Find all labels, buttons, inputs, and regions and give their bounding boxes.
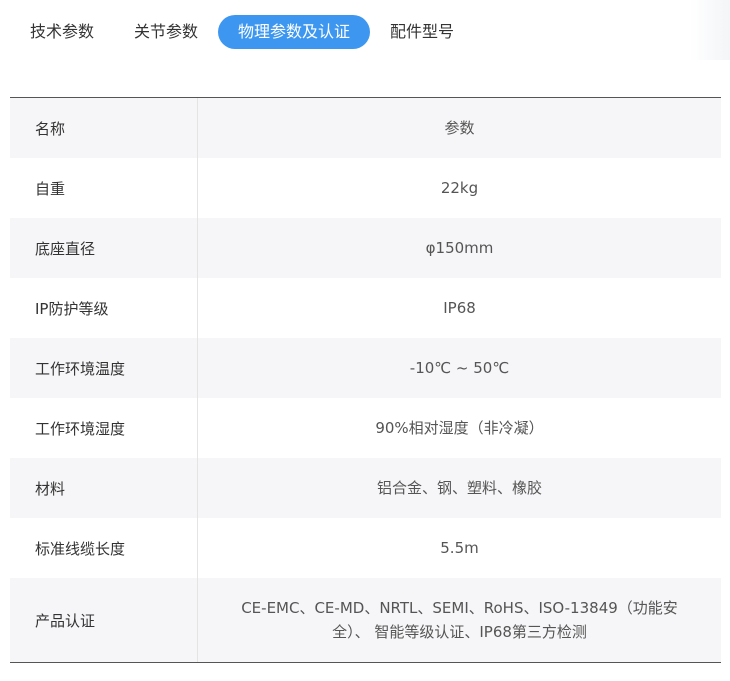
table-row: 材料 铝合金、钢、塑料、橡胶 xyxy=(10,458,721,518)
decorative-corner xyxy=(690,0,730,60)
tab-physical-params-certification[interactable]: 物理参数及认证 xyxy=(218,15,371,49)
row-name: 材料 xyxy=(10,458,198,518)
row-name: 标准线缆长度 xyxy=(10,518,198,578)
row-name: 工作环境温度 xyxy=(10,338,198,398)
tab-joint-params[interactable]: 关节参数 xyxy=(114,15,218,49)
table-row: IP防护等级 IP68 xyxy=(10,278,721,338)
row-value: 90%相对湿度（非冷凝） xyxy=(375,419,544,437)
row-name: 自重 xyxy=(10,158,198,218)
table-row: 工作环境温度 -10℃ ~ 50℃ xyxy=(10,338,721,398)
row-value: IP68 xyxy=(443,299,476,317)
spec-table: 名称 参数 自重 22kg 底座直径 φ150mm IP防护等级 IP68 工作… xyxy=(10,97,721,663)
row-value: 22kg xyxy=(440,179,479,197)
tab-technical-params[interactable]: 技术参数 xyxy=(10,15,114,49)
row-value: 5.5m xyxy=(440,539,479,557)
row-value: φ150mm xyxy=(425,239,494,257)
tab-bar: 技术参数 关节参数 物理参数及认证 配件型号 xyxy=(10,14,474,50)
table-row: 标准线缆长度 5.5m xyxy=(10,518,721,578)
table-row: 底座直径 φ150mm xyxy=(10,218,721,278)
tab-accessory-models[interactable]: 配件型号 xyxy=(370,15,474,49)
row-name: IP防护等级 xyxy=(10,278,198,338)
row-value: -10℃ ~ 50℃ xyxy=(409,359,510,377)
row-value: CE-EMC、CE-MD、NRTL、SEMI、RoHS、ISO-13849（功能… xyxy=(241,599,678,641)
row-value: 铝合金、钢、塑料、橡胶 xyxy=(376,479,542,497)
column-header-value: 参数 xyxy=(444,119,475,137)
column-header-name: 名称 xyxy=(10,98,198,158)
table-header-row: 名称 参数 xyxy=(10,98,721,158)
table-row: 工作环境湿度 90%相对湿度（非冷凝） xyxy=(10,398,721,458)
row-name: 产品认证 xyxy=(10,578,198,662)
row-name: 工作环境湿度 xyxy=(10,398,198,458)
table-row: 产品认证 CE-EMC、CE-MD、NRTL、SEMI、RoHS、ISO-138… xyxy=(10,578,721,662)
table-row: 自重 22kg xyxy=(10,158,721,218)
row-name: 底座直径 xyxy=(10,218,198,278)
